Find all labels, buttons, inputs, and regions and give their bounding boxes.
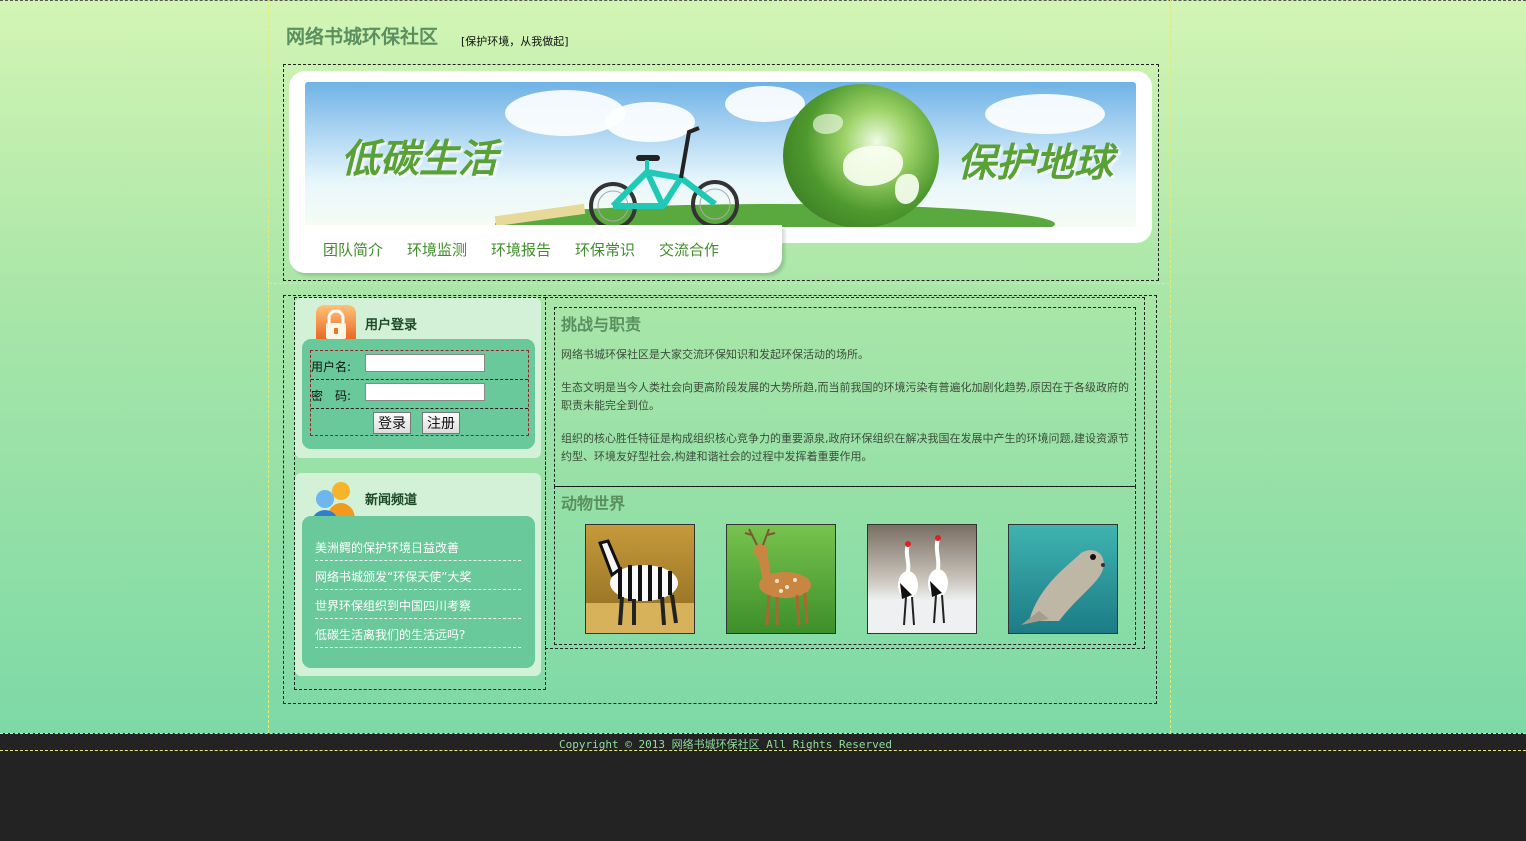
animals-section: 动物世界 bbox=[554, 486, 1136, 645]
content-section: 用户登录 用户名: 密 码: 登录 注册 新闻频道 美洲鳄的保护环境日益改善 网… bbox=[283, 295, 1157, 704]
globe-image bbox=[783, 84, 939, 227]
section-divider bbox=[269, 283, 1170, 284]
footer-band: Copyright © 2013 网络书城环保社区 All Rights Res… bbox=[0, 733, 1526, 751]
register-button[interactable]: 注册 bbox=[422, 412, 460, 434]
zebra-photo[interactable] bbox=[585, 524, 695, 634]
animals-title: 动物世界 bbox=[561, 494, 626, 513]
footer: Copyright © 2013 网络书城环保社区 All Rights Res… bbox=[0, 733, 1526, 841]
password-row: 密 码: bbox=[311, 380, 528, 409]
deer-photo[interactable] bbox=[726, 524, 836, 634]
username-input[interactable] bbox=[365, 354, 485, 372]
main-nav: 团队简介 环境监测 环境报告 环保常识 交流合作 bbox=[289, 225, 782, 273]
news-title: 新闻频道 bbox=[365, 493, 418, 508]
news-item[interactable]: 美洲鳄的保护环境日益改善 bbox=[315, 532, 521, 561]
nav-item-cooperation[interactable]: 交流合作 bbox=[659, 239, 719, 260]
cranes-photo[interactable] bbox=[867, 524, 977, 634]
news-panel: 新闻频道 美洲鳄的保护环境日益改善 网络书城颁发“环保天使”大奖 世界环保组织到… bbox=[295, 473, 541, 676]
site-title: 网络书城环保社区 bbox=[286, 26, 439, 48]
news-item[interactable]: 网络书城颁发“环保天使”大奖 bbox=[315, 561, 521, 590]
article-paragraph: 组织的核心胜任特征是构成组织核心竞争力的重要源泉,政府环保组织在解决我国在发展中… bbox=[561, 432, 1129, 463]
main-content: 挑战与职责 网络书城环保社区是大家交流环保知识和发起环保活动的场所。 生态文明是… bbox=[545, 297, 1145, 649]
username-label: 用户名: bbox=[311, 360, 352, 374]
banner-slogan-right: 保护地球 bbox=[957, 140, 1114, 186]
login-title: 用户登录 bbox=[365, 318, 418, 333]
buttons-row: 登录 注册 bbox=[311, 409, 528, 437]
banner-section: 低碳生活 保护地球 团队简介 环境监测 环境报告 环保常识 交流合作 bbox=[283, 64, 1159, 281]
news-item[interactable]: 低碳生活离我们的生活远吗? bbox=[315, 619, 521, 648]
bicycle-icon bbox=[589, 126, 739, 227]
nav-item-reports[interactable]: 环境报告 bbox=[491, 239, 551, 260]
banner-slogan-left: 低碳生活 bbox=[341, 136, 498, 182]
article-title: 挑战与职责 bbox=[561, 315, 642, 334]
article-section: 挑战与职责 网络书城环保社区是大家交流环保知识和发起环保活动的场所。 生态文明是… bbox=[554, 307, 1136, 487]
site-slogan: [保护环境，从我做起] bbox=[461, 35, 569, 48]
login-form: 用户名: 密 码: 登录 注册 bbox=[310, 350, 529, 436]
copyright-text: Copyright © 2013 网络书城环保社区 All Rights Res… bbox=[559, 738, 893, 751]
login-button[interactable]: 登录 bbox=[373, 412, 411, 434]
username-row: 用户名: bbox=[311, 351, 528, 380]
news-list: 美洲鳄的保护环境日益改善 网络书城颁发“环保天使”大奖 世界环保组织到中国四川考… bbox=[315, 532, 521, 648]
nav-item-monitoring[interactable]: 环境监测 bbox=[407, 239, 467, 260]
sidebar: 用户登录 用户名: 密 码: 登录 注册 新闻频道 美洲鳄的保护环境日益改善 网… bbox=[294, 297, 546, 690]
password-label: 密 码: bbox=[311, 389, 352, 403]
banner-card: 低碳生活 保护地球 bbox=[289, 71, 1152, 243]
password-input[interactable] bbox=[365, 383, 485, 401]
news-box: 美洲鳄的保护环境日益改善 网络书城颁发“环保天使”大奖 世界环保组织到中国四川考… bbox=[302, 516, 535, 668]
article-paragraph: 生态文明是当今人类社会向更高阶段发展的大势所趋,而当前我国的环境污染有普遍化加剧… bbox=[561, 381, 1129, 412]
news-item[interactable]: 世界环保组织到中国四川考察 bbox=[315, 590, 521, 619]
article-paragraph: 网络书城环保社区是大家交流环保知识和发起环保活动的场所。 bbox=[561, 348, 869, 361]
login-panel: 用户登录 用户名: 密 码: 登录 注册 bbox=[295, 298, 541, 458]
nav-item-knowledge[interactable]: 环保常识 bbox=[575, 239, 635, 260]
page-container: 网络书城环保社区 [保护环境，从我做起] 低碳生活 保护地球 团队简介 环境监测… bbox=[268, 0, 1171, 733]
login-box: 用户名: 密 码: 登录 注册 bbox=[302, 339, 535, 449]
sea-lion-photo[interactable] bbox=[1008, 524, 1118, 634]
nav-item-team[interactable]: 团队简介 bbox=[323, 239, 383, 260]
banner-image: 低碳生活 保护地球 bbox=[305, 82, 1136, 227]
